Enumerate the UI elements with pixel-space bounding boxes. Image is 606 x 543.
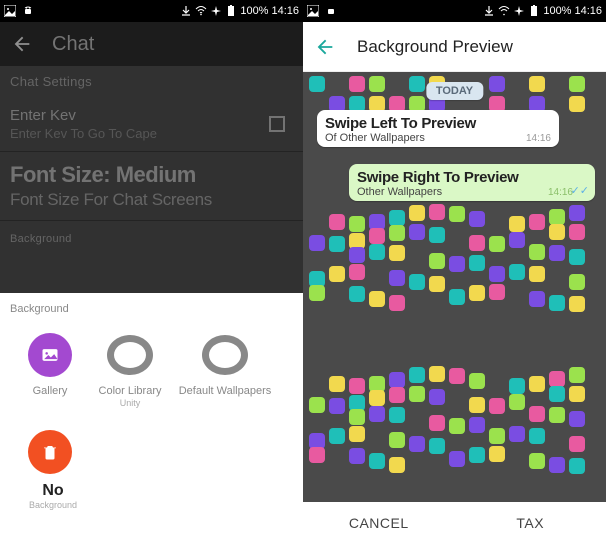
download-icon — [483, 5, 495, 17]
background-section-label: Background — [0, 221, 303, 253]
section-label: Chat Settings — [0, 66, 303, 97]
ring-icon — [202, 335, 248, 375]
bg-option-color-library[interactable]: Color Library Unity — [90, 333, 170, 408]
airplane-icon — [210, 5, 222, 17]
bg-option-default-wallpapers[interactable]: Default Wallpapers — [170, 333, 280, 408]
message-text: Swipe Right To Preview — [357, 169, 587, 186]
setting-title: Enter Kev — [10, 107, 293, 124]
message-outgoing: Swipe Right To Preview Other Wallpapers … — [349, 164, 595, 201]
back-arrow-icon[interactable] — [313, 35, 337, 59]
set-button[interactable]: TAX — [455, 515, 606, 531]
message-time: 14:16 — [526, 133, 551, 144]
date-pill: TODAY — [426, 82, 483, 100]
checkbox[interactable] — [269, 116, 285, 132]
battery-icon — [225, 5, 237, 17]
sheet-title: Background — [10, 303, 293, 315]
background-preview-screen: 100% 14:16 Background Preview TODAY Swip… — [303, 0, 606, 543]
battery-percent: 100% — [543, 5, 571, 17]
wifi-icon — [195, 5, 207, 17]
page-title: Background Preview — [357, 37, 513, 57]
gallery-icon — [28, 333, 72, 377]
back-arrow-icon[interactable] — [10, 32, 34, 56]
cancel-button[interactable]: CANCEL — [303, 515, 455, 531]
bg-option-label: Color Library — [90, 385, 170, 398]
wallpaper-pattern — [303, 210, 606, 306]
chat-settings-screen: 100% 14:16 Chat Chat Settings Enter Kev … — [0, 0, 303, 543]
bg-option-sub: Unity — [90, 398, 170, 408]
setting-sub: Font Size For Chat Screens — [10, 190, 293, 210]
bg-option-sub: Background — [16, 500, 90, 510]
status-time: 14:16 — [574, 5, 602, 17]
bg-option-gallery[interactable]: Gallery — [10, 333, 90, 408]
bg-option-none[interactable]: No Background — [10, 430, 90, 510]
status-bar-left: 100% 14:16 — [0, 0, 303, 22]
wallpaper-pattern — [303, 372, 606, 468]
right-header: Background Preview — [303, 22, 606, 72]
setting-enter-key[interactable]: Enter Kev Enter Kev To Go To Cape — [0, 97, 303, 152]
bg-option-label: Default Wallpapers — [170, 385, 280, 398]
setting-sub: Enter Kev To Go To Cape — [10, 126, 293, 141]
trash-icon — [28, 430, 72, 474]
download-icon — [180, 5, 192, 17]
setting-font-size[interactable]: Font Size: Medium Font Size For Chat Scr… — [0, 152, 303, 221]
airplane-icon — [513, 5, 525, 17]
battery-percent: 100% — [240, 5, 268, 17]
status-time: 14:16 — [271, 5, 299, 17]
image-icon — [307, 5, 319, 17]
setting-title: Font Size: Medium — [10, 162, 293, 188]
ring-icon — [107, 335, 153, 375]
read-ticks-icon: ✓✓ — [571, 184, 589, 197]
message-sub: Of Other Wallpapers — [325, 132, 551, 144]
battery-icon — [528, 5, 540, 17]
android-icon — [325, 5, 337, 17]
message-time: 14:16 — [548, 187, 573, 198]
page-title: Chat — [52, 33, 94, 56]
message-text: Swipe Left To Preview — [325, 115, 551, 132]
android-icon — [22, 5, 34, 17]
bg-option-label: No — [16, 482, 90, 500]
wifi-icon — [498, 5, 510, 17]
status-bar-right: 100% 14:16 — [303, 0, 606, 22]
bg-option-label: Gallery — [10, 385, 90, 398]
preview-actions: CANCEL TAX — [303, 502, 606, 543]
message-incoming: Swipe Left To Preview Of Other Wallpaper… — [317, 110, 559, 147]
wallpaper-preview[interactable]: TODAY Swipe Left To Preview Of Other Wal… — [303, 72, 606, 502]
left-header: Chat — [0, 22, 303, 66]
background-sheet: Background Gallery Color Library Unity D… — [0, 293, 303, 543]
image-icon — [4, 5, 16, 17]
